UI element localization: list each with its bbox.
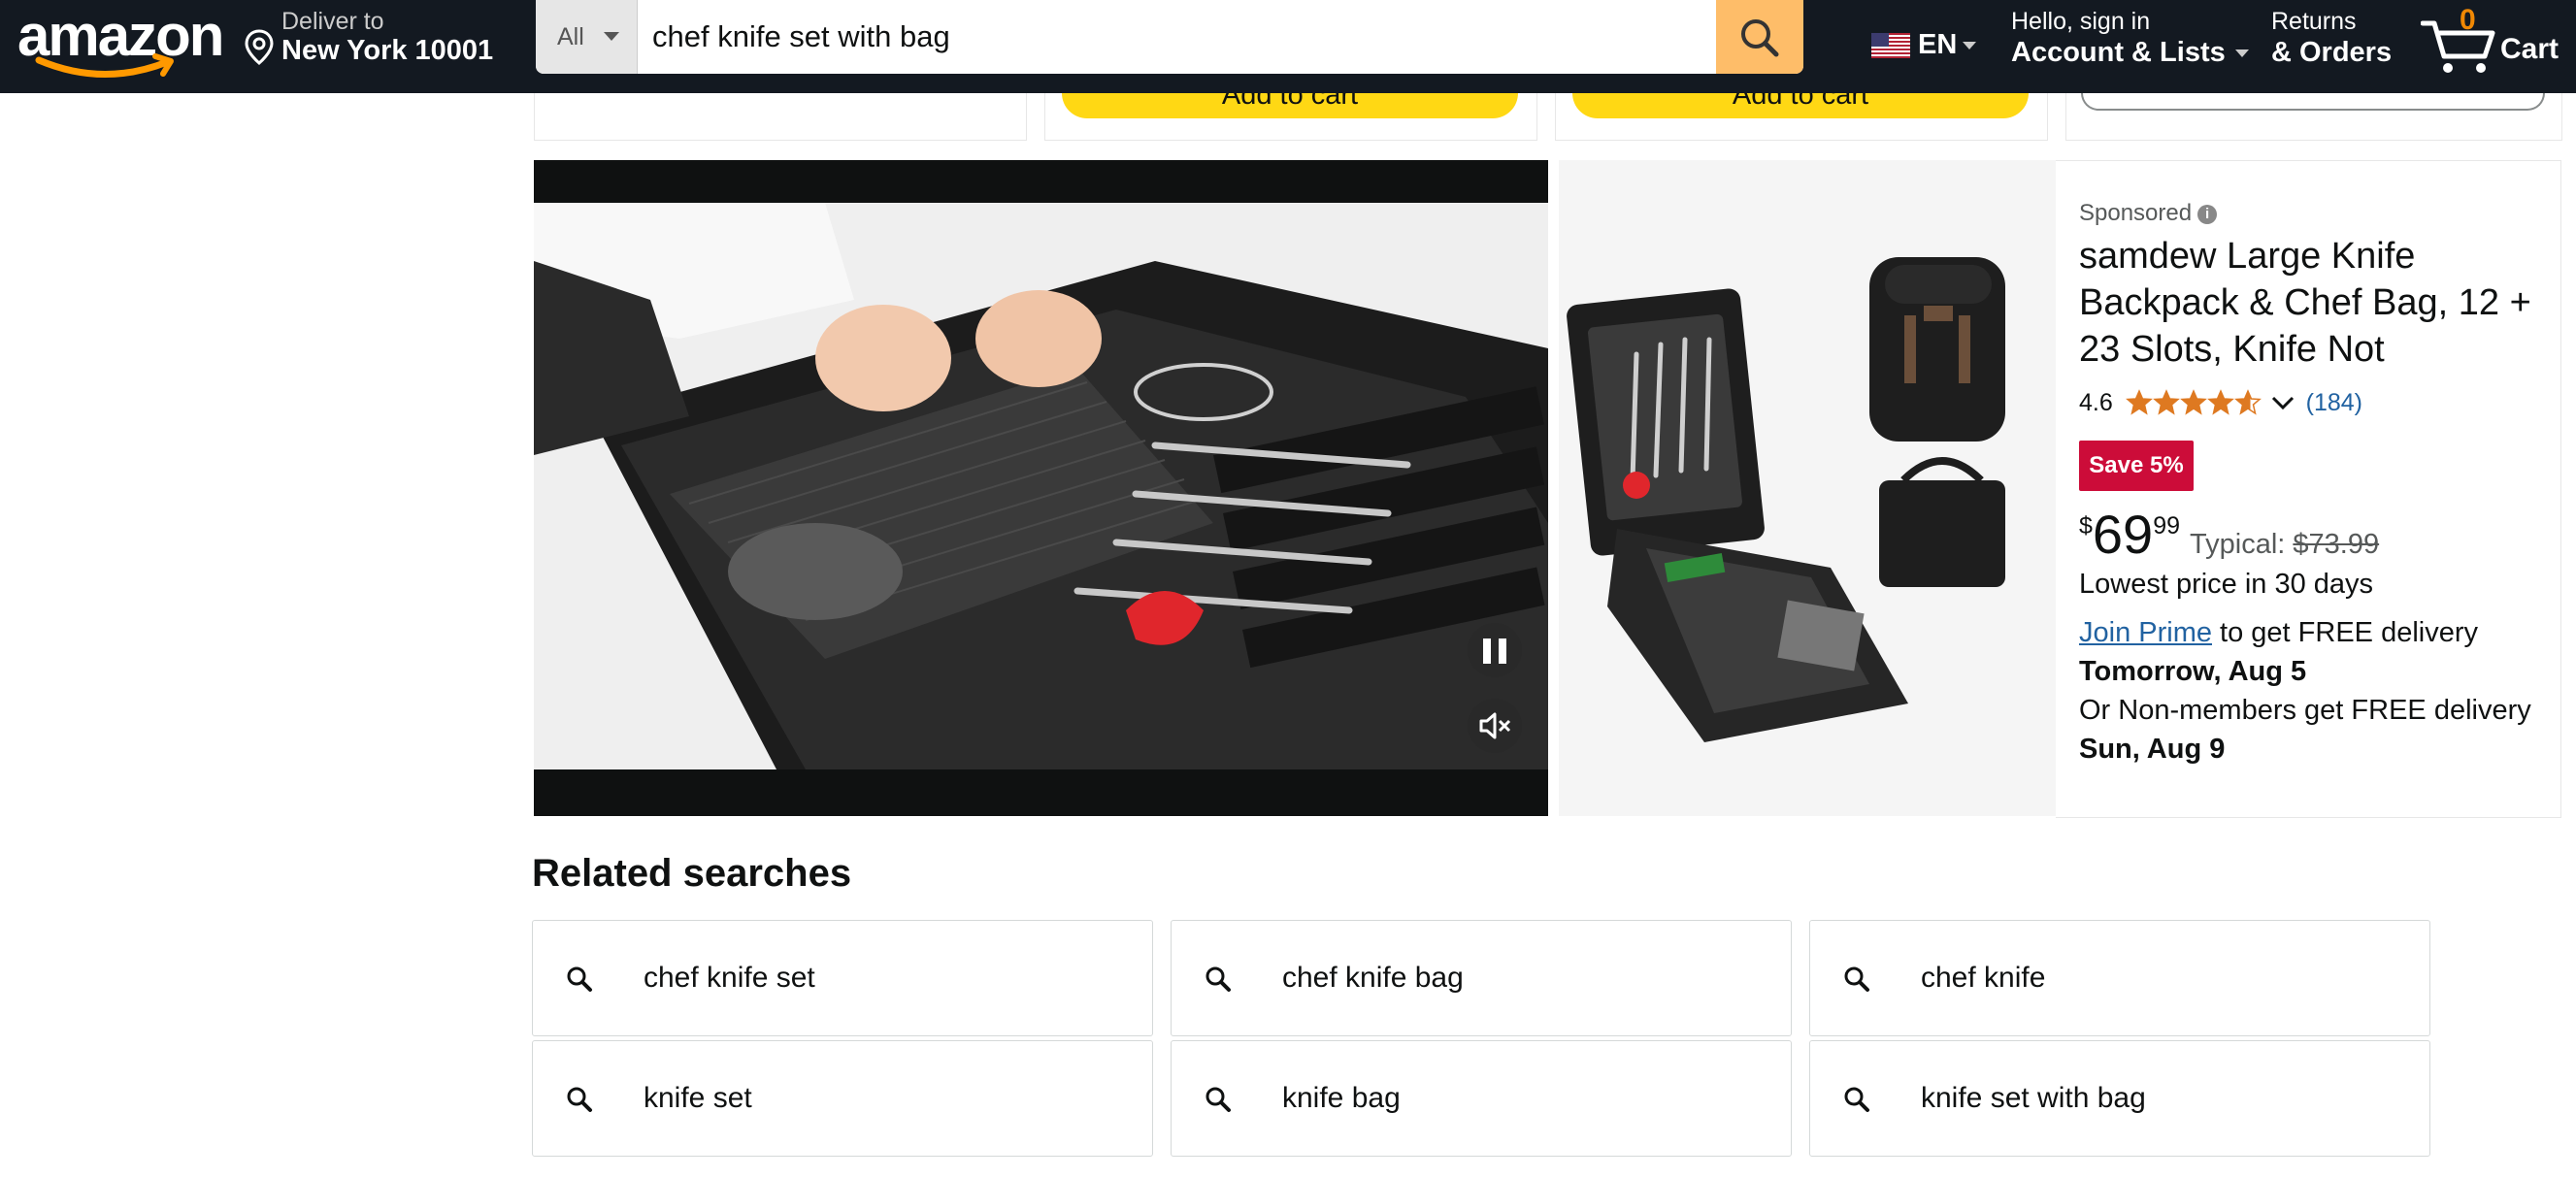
star-rating-icon bbox=[2125, 389, 2262, 416]
search-bar: All bbox=[536, 0, 1803, 74]
magnifier-icon bbox=[567, 966, 592, 992]
sponsored-video-player[interactable] bbox=[534, 160, 1548, 816]
prime-delivery-line: Join Prime to get FREE delivery bbox=[2079, 617, 2478, 648]
magnifier-icon bbox=[1844, 966, 1869, 992]
delivery-date-standard: Sun, Aug 9 bbox=[2079, 734, 2226, 765]
top-navigation-bar: amazon Deliver to New York 10001 All che… bbox=[0, 0, 2576, 93]
typical-label: Typical: bbox=[2190, 529, 2286, 560]
star-icon bbox=[2179, 389, 2207, 416]
amazon-smile-icon bbox=[35, 53, 174, 78]
mute-button[interactable] bbox=[1468, 699, 1522, 753]
returns-and-orders[interactable]: Returns & Orders bbox=[2271, 8, 2392, 69]
pause-button[interactable] bbox=[1468, 623, 1522, 677]
star-icon bbox=[2125, 389, 2153, 416]
delivery-date-prime: Tomorrow, Aug 5 bbox=[2079, 656, 2307, 687]
save-badge: Save 5% bbox=[2079, 441, 2194, 491]
amazon-logo[interactable]: amazon bbox=[17, 2, 224, 82]
typical-price: $73.99 bbox=[2293, 529, 2380, 560]
cart-count: 0 bbox=[2460, 4, 2476, 36]
video-frame bbox=[534, 203, 1548, 769]
magnifier-icon bbox=[1205, 1087, 1231, 1112]
info-icon[interactable]: i bbox=[2197, 204, 2218, 224]
account-and-lists[interactable]: Hello, sign in Account & Lists bbox=[2011, 8, 2249, 69]
sponsored-product-title[interactable]: samdew Large Knife Backpack & Chef Bag, … bbox=[2079, 233, 2545, 373]
non-members-delivery: Or Non-members get FREE delivery bbox=[2079, 695, 2531, 726]
sponsored-product-image[interactable] bbox=[1559, 160, 2056, 816]
search-button[interactable] bbox=[1716, 0, 1803, 74]
language-selector[interactable]: EN bbox=[1871, 29, 1977, 61]
related-search-item[interactable]: chef knife bbox=[1809, 920, 2430, 1036]
knife-backpack-image bbox=[1559, 160, 2056, 816]
search-category-dropdown[interactable]: All bbox=[536, 0, 638, 74]
product-price: $6999Typical: $73.99 bbox=[2079, 504, 2380, 565]
language-code: EN bbox=[1918, 29, 1958, 60]
us-flag-icon bbox=[1871, 33, 1910, 59]
rating-value: 4.6 bbox=[2079, 388, 2113, 416]
star-icon bbox=[2206, 389, 2234, 416]
knife-bag-video-still bbox=[534, 203, 1548, 769]
related-search-item[interactable]: knife set bbox=[532, 1040, 1153, 1157]
related-search-item[interactable]: chef knife bag bbox=[1171, 920, 1792, 1036]
deliver-location-text: New York 10001 bbox=[281, 35, 494, 66]
cart-label: Cart bbox=[2500, 33, 2559, 65]
lowest-price-note: Lowest price in 30 days bbox=[2079, 569, 2374, 600]
returns-label: Returns bbox=[2271, 8, 2357, 35]
related-search-item[interactable]: knife set with bag bbox=[1809, 1040, 2430, 1157]
star-icon bbox=[2152, 389, 2180, 416]
search-icon bbox=[1741, 19, 1779, 57]
chevron-down-icon bbox=[604, 32, 619, 41]
chevron-down-icon bbox=[1963, 42, 1977, 50]
magnifier-icon bbox=[567, 1087, 592, 1112]
product-rating[interactable]: 4.6 (184) bbox=[2079, 388, 2362, 417]
mute-icon bbox=[1479, 712, 1511, 739]
sponsored-label[interactable]: Sponsored i bbox=[2079, 200, 2218, 227]
add-to-cart-button[interactable]: Add to cart bbox=[1572, 93, 2029, 118]
pause-icon bbox=[1483, 638, 1491, 664]
cart-button[interactable]: 0 Cart bbox=[2421, 4, 2566, 83]
deliver-to-label: Deliver to bbox=[281, 8, 384, 35]
add-to-cart-button[interactable]: Add to cart bbox=[1062, 93, 1518, 118]
review-count-link[interactable]: (184) bbox=[2306, 389, 2362, 416]
location-pin-icon bbox=[245, 29, 274, 65]
star-icon bbox=[2233, 389, 2262, 416]
search-input[interactable] bbox=[652, 0, 1662, 74]
magnifier-icon bbox=[1844, 1087, 1869, 1112]
join-prime-link[interactable]: Join Prime bbox=[2079, 617, 2212, 648]
related-search-item[interactable]: chef knife set bbox=[532, 920, 1153, 1036]
account-lists-label: Account & Lists bbox=[2011, 37, 2249, 69]
related-searches-heading: Related searches bbox=[532, 852, 852, 895]
see-options-button[interactable] bbox=[2081, 93, 2545, 111]
product-card-partial bbox=[534, 93, 1027, 141]
related-search-item[interactable]: knife bag bbox=[1171, 1040, 1792, 1157]
orders-label: & Orders bbox=[2271, 37, 2393, 68]
magnifier-icon bbox=[1205, 966, 1231, 992]
chevron-down-icon bbox=[2234, 49, 2249, 58]
account-greeting: Hello, sign in bbox=[2011, 8, 2151, 35]
chevron-down-icon[interactable] bbox=[2270, 393, 2295, 412]
